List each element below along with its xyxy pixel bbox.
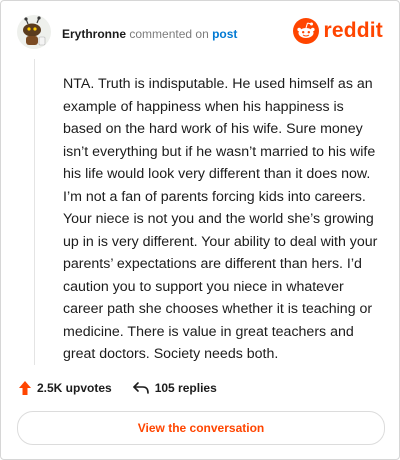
snoo-avatar-icon xyxy=(17,15,51,49)
upvote-arrow-icon xyxy=(19,381,31,395)
replies-button[interactable]: 105 replies xyxy=(132,381,217,395)
commented-on-text: commented on xyxy=(129,27,209,41)
reddit-logo-icon xyxy=(293,18,320,44)
comment-card: Erythronne commented on post reddit NTA.… xyxy=(0,0,400,460)
post-link[interactable]: post xyxy=(212,27,237,41)
comment-header: Erythronne commented on post reddit xyxy=(17,15,383,51)
replies-count: 105 replies xyxy=(154,381,217,395)
reply-arrow-icon xyxy=(132,382,149,394)
upvotes-count: 2.5K upvotes xyxy=(37,381,112,395)
username-link[interactable]: Erythronne xyxy=(62,27,126,41)
reddit-logo[interactable]: reddit xyxy=(293,18,383,44)
reddit-wordmark: reddit xyxy=(323,19,383,42)
thread-line xyxy=(34,59,35,365)
comment-byline: Erythronne commented on post xyxy=(62,27,237,41)
avatar[interactable] xyxy=(17,15,51,49)
comment-footer: 2.5K upvotes 105 replies xyxy=(18,379,217,397)
view-conversation-button[interactable]: View the conversation xyxy=(17,411,385,445)
upvotes-button[interactable]: 2.5K upvotes xyxy=(18,380,112,396)
comment-body: NTA. Truth is indisputable. He used hims… xyxy=(63,76,378,362)
